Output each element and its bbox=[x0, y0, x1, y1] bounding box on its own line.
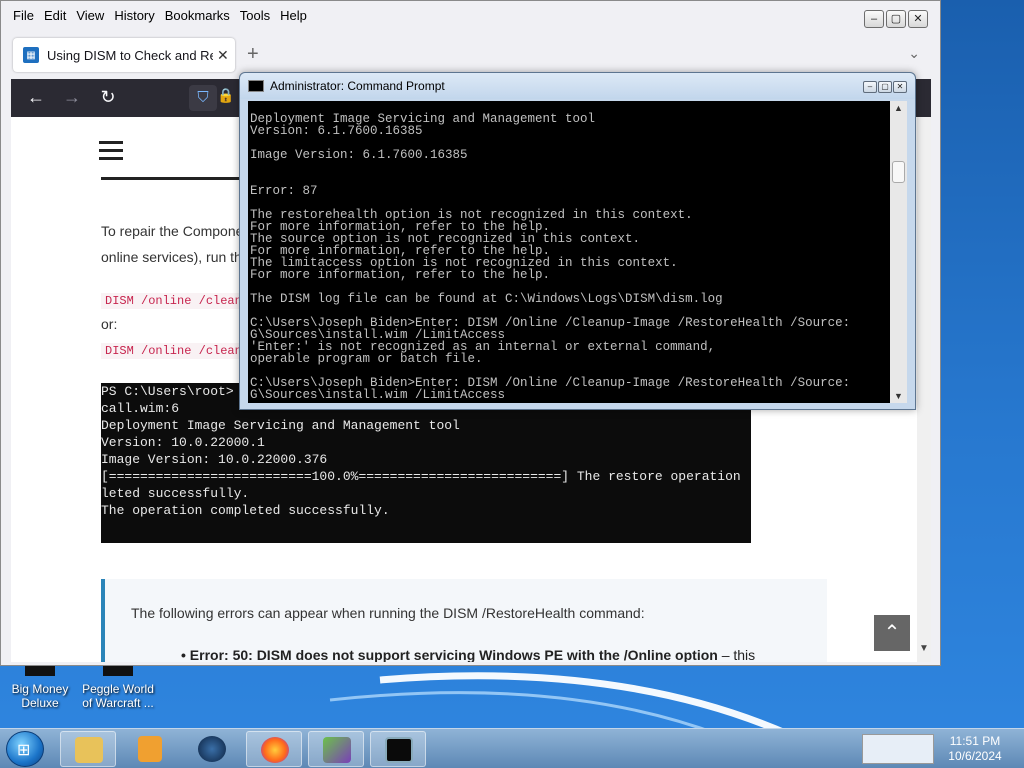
tracking-protection-shield-icon[interactable]: ⛉ bbox=[189, 85, 217, 111]
tab-title: Using DISM to Check and Repair bbox=[47, 47, 213, 63]
code-snippet: DISM /online /clean bbox=[101, 293, 246, 309]
cmd-window-controls: – ▢ ✕ bbox=[863, 81, 907, 93]
folder-icon bbox=[75, 737, 103, 763]
start-button[interactable]: ⊞ bbox=[6, 731, 44, 767]
list-tabs-chevron-icon[interactable]: ⌄ bbox=[908, 45, 920, 62]
maximize-button[interactable]: ▢ bbox=[886, 10, 906, 28]
divider bbox=[101, 177, 251, 180]
desktop-icon-big-money[interactable]: Big Money Deluxe bbox=[2, 662, 78, 710]
error-info-box: The following errors can appear when run… bbox=[101, 579, 827, 662]
command-prompt-icon bbox=[385, 737, 413, 763]
article-paragraph: To repair the Compone bbox=[101, 223, 244, 239]
cmd-close-button[interactable]: ✕ bbox=[893, 81, 907, 93]
taskbar-media-player[interactable] bbox=[122, 731, 178, 767]
scroll-to-top-button[interactable]: ⌃ bbox=[874, 615, 910, 651]
firefox-icon bbox=[261, 737, 289, 763]
info-box-text: The following errors can appear when run… bbox=[131, 605, 645, 621]
article-text-or: or: bbox=[101, 316, 118, 332]
screenshot-line: [==========================100.0%=======… bbox=[101, 469, 741, 484]
desktop-icon-label: Big Money Deluxe bbox=[11, 682, 69, 710]
tray-preview-thumbnail[interactable] bbox=[862, 734, 934, 764]
console-line: The DISM log file can be found at C:\Win… bbox=[250, 292, 723, 306]
cmd-icon bbox=[248, 80, 264, 92]
scroll-up-arrow-icon[interactable]: ▲ bbox=[894, 103, 903, 113]
screenshot-line: Version: 10.0.22000.1 bbox=[101, 435, 265, 450]
globe-icon bbox=[198, 736, 226, 762]
installer-icon bbox=[323, 737, 351, 763]
forward-arrow-icon[interactable]: → bbox=[61, 87, 83, 108]
screenshot-line: Image Version: 10.0.22000.376 bbox=[101, 452, 328, 467]
windows-logo-icon: ⊞ bbox=[17, 742, 31, 759]
scrollbar-thumb[interactable] bbox=[892, 161, 905, 183]
scroll-down-arrow-icon[interactable]: ▼ bbox=[919, 643, 929, 654]
desktop-icon-label: Peggle World of Warcraft ... bbox=[82, 682, 154, 710]
reload-icon[interactable]: ↻ bbox=[97, 87, 119, 108]
back-arrow-icon[interactable]: ← bbox=[25, 87, 47, 108]
desktop-icon-peggle[interactable]: Peggle World of Warcraft ... bbox=[80, 662, 156, 710]
taskbar-command-prompt[interactable] bbox=[370, 731, 426, 767]
console-line: operable program or batch file. bbox=[250, 352, 483, 366]
page-scrollbar[interactable]: ▼ bbox=[917, 117, 931, 662]
console-line: Image Version: 6.1.7600.16385 bbox=[250, 148, 468, 162]
console-line: G\Sources\install.wim /LimitAccess bbox=[250, 388, 506, 402]
screenshot-line: Deployment Image Servicing and Managemen… bbox=[101, 418, 460, 433]
taskbar-explorer[interactable] bbox=[60, 731, 116, 767]
menu-file[interactable]: File bbox=[13, 8, 34, 23]
bullet-bold-text: • Error: 50: DISM does not support servi… bbox=[181, 647, 718, 662]
article-paragraph: online services), run th bbox=[101, 249, 242, 265]
cmd-scrollbar[interactable]: ▲ ▼ bbox=[890, 101, 907, 403]
clock-date: 10/6/2024 bbox=[948, 749, 1002, 763]
command-prompt-window: Administrator: Command Prompt – ▢ ✕ Depl… bbox=[239, 72, 916, 410]
close-button[interactable]: ✕ bbox=[908, 10, 928, 28]
menu-history[interactable]: History bbox=[114, 8, 154, 23]
media-player-icon bbox=[138, 736, 162, 762]
console-line: Error: 87 bbox=[250, 184, 318, 198]
scroll-down-arrow-icon[interactable]: ▼ bbox=[894, 391, 903, 401]
menu-help[interactable]: Help bbox=[280, 8, 307, 23]
menu-edit[interactable]: Edit bbox=[44, 8, 66, 23]
menu-bar: File Edit View History Bookmarks Tools H… bbox=[1, 1, 940, 29]
screenshot-line: The operation completed successfully. bbox=[101, 503, 390, 518]
menu-bookmarks[interactable]: Bookmarks bbox=[165, 8, 230, 23]
taskbar-firefox[interactable] bbox=[246, 731, 302, 767]
info-box-bullet: • Error: 50: DISM does not support servi… bbox=[181, 647, 755, 662]
bullet-tail-text: – this bbox=[717, 647, 756, 662]
console-line: Version: 6.1.7600.16385 bbox=[250, 124, 423, 138]
cmd-maximize-button[interactable]: ▢ bbox=[878, 81, 892, 93]
clock-time: 11:51 PM bbox=[949, 734, 1001, 748]
minimize-button[interactable]: – bbox=[864, 10, 884, 28]
clock[interactable]: 11:51 PM 10/6/2024 bbox=[940, 734, 1010, 764]
console-line: For more information, refer to the help. bbox=[250, 268, 551, 282]
tab-dism-article[interactable]: ▦ Using DISM to Check and Repair ✕ bbox=[13, 38, 235, 72]
cmd-minimize-button[interactable]: – bbox=[863, 81, 877, 93]
taskbar: ⊞ 11:51 PM 10/6/2024 bbox=[0, 728, 1024, 768]
tab-close-button[interactable]: ✕ bbox=[217, 47, 229, 64]
cmd-window-title: Administrator: Command Prompt bbox=[270, 79, 445, 93]
taskbar-installer[interactable] bbox=[308, 731, 364, 767]
lock-icon[interactable]: 🔒 bbox=[217, 87, 234, 104]
menu-view[interactable]: View bbox=[76, 8, 104, 23]
menu-tools[interactable]: Tools bbox=[240, 8, 270, 23]
console-output[interactable]: Deployment Image Servicing and Managemen… bbox=[248, 101, 890, 403]
new-tab-button[interactable]: + bbox=[247, 43, 259, 66]
screenshot-line: leted successfully. bbox=[101, 486, 250, 501]
cmd-titlebar[interactable]: Administrator: Command Prompt bbox=[240, 73, 915, 99]
favicon-icon: ▦ bbox=[23, 47, 39, 63]
taskbar-globe[interactable] bbox=[184, 731, 240, 767]
window-controls: – ▢ ✕ bbox=[864, 10, 928, 28]
code-snippet: DISM /online /clean bbox=[101, 343, 246, 359]
hamburger-menu-icon[interactable] bbox=[99, 141, 123, 165]
